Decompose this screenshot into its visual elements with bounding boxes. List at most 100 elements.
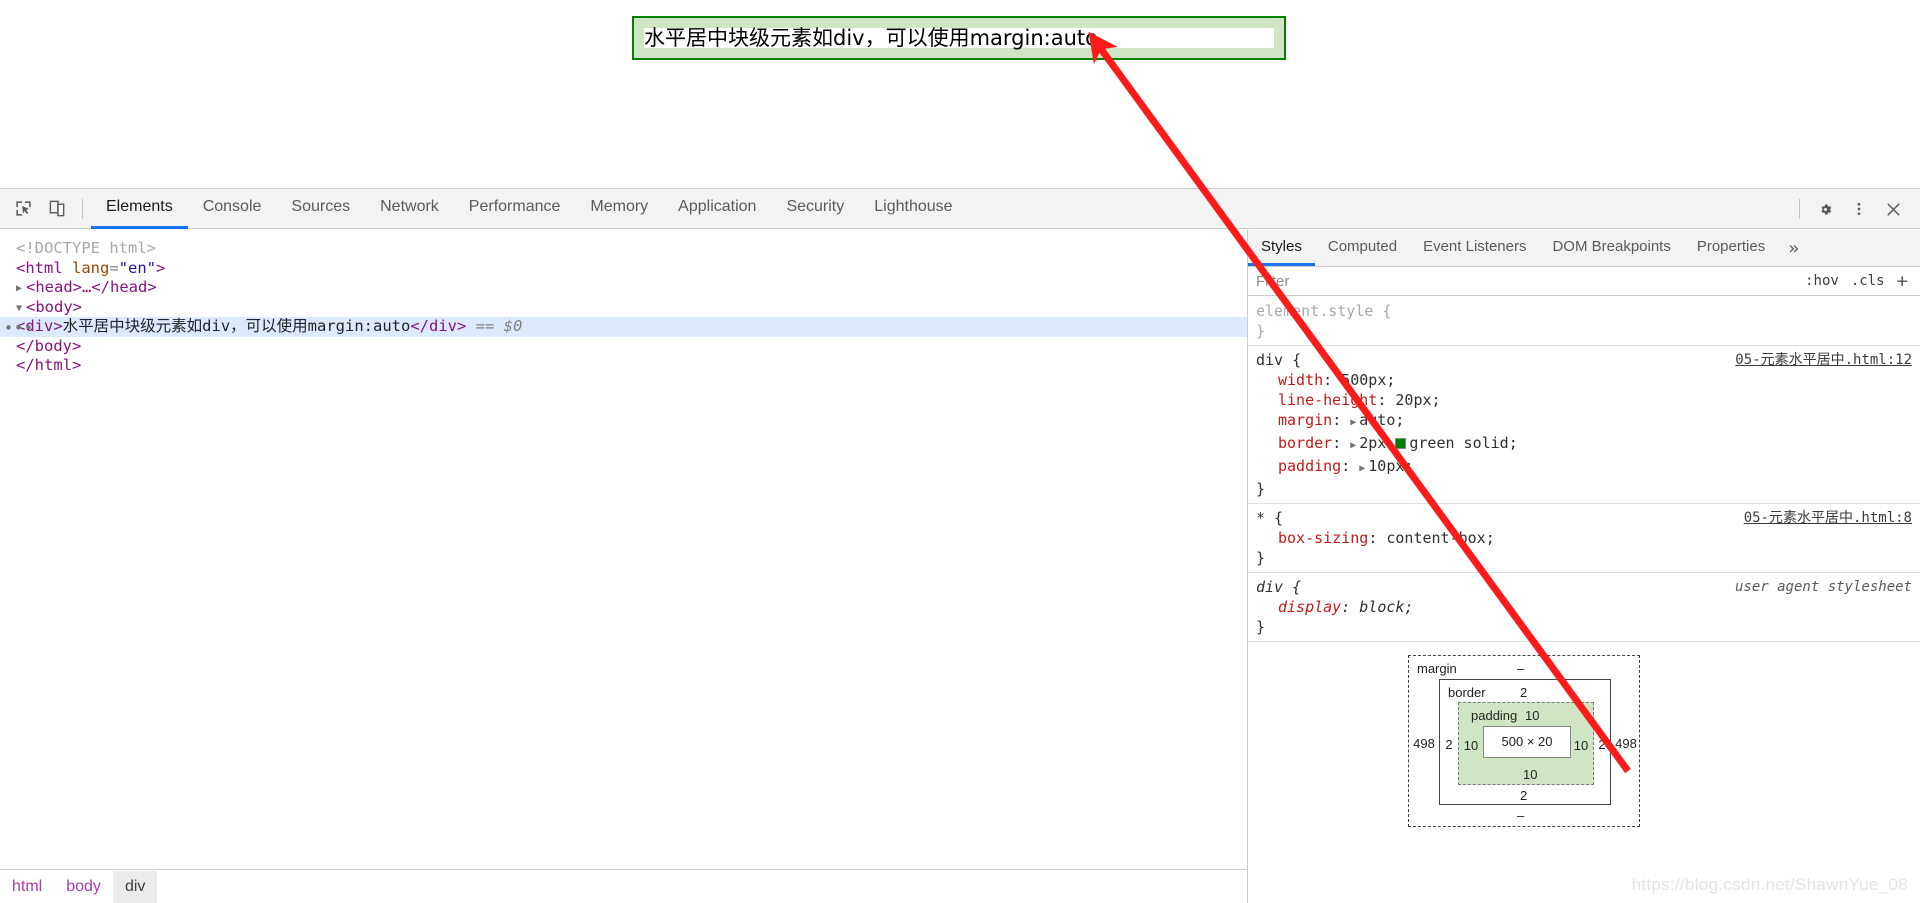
declaration-border-value2[interactable]: green solid;: [1409, 434, 1517, 452]
box-model-padding-top[interactable]: 10: [1525, 706, 1539, 726]
box-model-padding-layer[interactable]: padding 10 10 10 10 500 × 20: [1458, 702, 1594, 785]
declaration-line-height-value[interactable]: 20px;: [1395, 391, 1440, 409]
dom-line-div-selected[interactable]: ••• <div>水平居中块级元素如div，可以使用margin:auto</d…: [0, 317, 1247, 337]
declaration-width-value[interactable]: 500px;: [1341, 371, 1395, 389]
tab-elements[interactable]: Elements: [91, 189, 188, 229]
box-model-margin-top[interactable]: –: [1517, 659, 1524, 679]
rule-div[interactable]: 05-元素水平居中.html:12 div { width: 500px; li…: [1248, 346, 1920, 504]
head-tag-text: <head>…</head>: [26, 278, 157, 296]
close-icon[interactable]: [1876, 194, 1910, 224]
breadcrumb-item-div[interactable]: div: [112, 870, 158, 903]
declaration-border[interactable]: border: ▶ 2px green solid;: [1256, 433, 1914, 456]
dom-line-doctype[interactable]: <!DOCTYPE html>: [0, 239, 1247, 259]
tab-network-label: Network: [380, 198, 439, 215]
declaration-display[interactable]: display: block;: [1256, 597, 1914, 617]
new-style-rule-button[interactable]: +: [1897, 270, 1908, 292]
declaration-margin-value[interactable]: auto;: [1359, 411, 1404, 429]
toolbar-divider-right: [1799, 199, 1800, 219]
expand-triangle-head-icon[interactable]: ▶: [16, 279, 26, 299]
declaration-box-sizing[interactable]: box-sizing: content-box;: [1256, 528, 1914, 548]
device-toolbar-icon[interactable]: [40, 194, 74, 224]
dom-line-body-close[interactable]: </body>: [0, 337, 1247, 357]
declaration-margin[interactable]: margin: ▶ auto;: [1256, 410, 1914, 433]
rule-div-source-link[interactable]: 05-元素水平居中.html:12: [1735, 350, 1912, 370]
color-swatch-green-icon[interactable]: [1395, 438, 1407, 449]
hov-toggle-button[interactable]: :hov: [1805, 273, 1839, 289]
tab-styles[interactable]: Styles: [1248, 230, 1315, 266]
tab-performance-label: Performance: [468, 198, 561, 215]
box-model-border-bottom[interactable]: 2: [1520, 786, 1527, 806]
tab-sources[interactable]: Sources: [276, 189, 365, 229]
rule-universal-source-link[interactable]: 05-元素水平居中.html:8: [1744, 508, 1912, 528]
rule-user-agent-div[interactable]: user agent stylesheet div { display: blo…: [1248, 573, 1920, 642]
expand-border-icon[interactable]: ▶: [1350, 436, 1359, 456]
tab-performance[interactable]: Performance: [454, 189, 576, 229]
box-model-border-label: border: [1448, 685, 1486, 700]
box-model-border-right[interactable]: 2: [1595, 735, 1609, 755]
declaration-line-height[interactable]: line-height: 20px;: [1256, 390, 1914, 410]
expand-padding-icon[interactable]: ▶: [1359, 459, 1368, 479]
breadcrumb-item-html[interactable]: html: [0, 871, 54, 903]
dom-line-head[interactable]: ▶ <head>…</head>: [0, 278, 1247, 298]
collapse-triangle-body-icon[interactable]: ▼: [16, 299, 26, 319]
inspect-element-icon[interactable]: [6, 194, 40, 224]
declaration-padding[interactable]: padding: ▶ 10px;: [1256, 456, 1914, 479]
devtools-tab-bar: Elements Console Sources Network Perform…: [91, 189, 968, 229]
tab-console[interactable]: Console: [188, 189, 277, 229]
tab-security-label: Security: [786, 198, 845, 215]
declaration-margin-prop: margin: [1278, 411, 1333, 429]
declaration-width[interactable]: width: 500px;: [1256, 370, 1914, 390]
box-model-content-size: 500 × 20: [1501, 734, 1553, 749]
tab-security[interactable]: Security: [771, 189, 859, 229]
tab-properties[interactable]: Properties: [1684, 230, 1778, 266]
tab-memory[interactable]: Memory: [575, 189, 663, 229]
tab-application[interactable]: Application: [663, 189, 771, 229]
breadcrumb-item-body[interactable]: body: [54, 871, 113, 903]
kebab-menu-icon[interactable]: [1842, 194, 1876, 224]
tab-styles-label: Styles: [1261, 238, 1302, 255]
tab-computed-label: Computed: [1327, 238, 1398, 255]
expand-margin-icon[interactable]: ▶: [1350, 413, 1359, 433]
dom-line-body[interactable]: ▼ <body>: [0, 298, 1247, 318]
declaration-display-value[interactable]: block;: [1359, 598, 1413, 616]
more-tabs-icon[interactable]: »: [1778, 230, 1809, 266]
rule-element-style[interactable]: element.style { }: [1248, 297, 1920, 346]
box-model-padding-bottom[interactable]: 10: [1523, 765, 1537, 785]
box-model-margin-right[interactable]: 498: [1613, 734, 1639, 754]
declaration-width-prop: width: [1278, 371, 1324, 389]
tab-dom-breakpoints[interactable]: DOM Breakpoints: [1539, 230, 1683, 266]
box-model-padding-left[interactable]: 10: [1461, 736, 1481, 756]
tab-memory-label: Memory: [590, 198, 649, 215]
centered-div-text: 水平居中块级元素如div，可以使用margin:auto: [644, 28, 1274, 49]
tab-lighthouse[interactable]: Lighthouse: [859, 189, 967, 229]
dom-line-html-close[interactable]: </html>: [0, 356, 1247, 376]
box-model-margin-label: margin: [1417, 661, 1457, 676]
devtools-window: Elements Console Sources Network Perform…: [0, 188, 1920, 903]
styles-tab-bar: Styles Computed Event Listeners DOM Brea…: [1248, 230, 1920, 267]
declaration-line-height-prop: line-height: [1278, 391, 1378, 409]
dom-tree: <!DOCTYPE html> <html lang="en"> ▶ <head>…: [0, 230, 1247, 869]
box-model-content-box[interactable]: 500 × 20: [1483, 726, 1571, 758]
box-model-border-top[interactable]: 2: [1520, 683, 1527, 703]
box-model-margin-bottom[interactable]: –: [1517, 806, 1524, 826]
tab-computed[interactable]: Computed: [1315, 230, 1410, 266]
doctype-text: <!DOCTYPE html>: [16, 239, 156, 257]
gear-icon[interactable]: [1808, 194, 1842, 224]
declaration-border-value[interactable]: 2px: [1359, 434, 1386, 452]
styles-filter-input[interactable]: [1254, 271, 1806, 291]
box-model-margin-layer[interactable]: margin – – 498 498 border 2 2 2 2 paddin…: [1408, 655, 1640, 827]
dom-line-html[interactable]: <html lang="en">: [0, 259, 1247, 279]
declaration-box-sizing-value[interactable]: content-box;: [1386, 529, 1494, 547]
rule-user-agent-source: user agent stylesheet: [1734, 579, 1912, 595]
box-model-padding-right[interactable]: 10: [1571, 736, 1591, 756]
cls-toggle-button[interactable]: .cls: [1851, 273, 1885, 289]
tab-application-label: Application: [678, 198, 757, 215]
declaration-padding-value[interactable]: 10px;: [1368, 457, 1413, 475]
tab-event-listeners[interactable]: Event Listeners: [1410, 230, 1539, 266]
div-dollar-zero: $0: [503, 317, 523, 335]
box-model-margin-left[interactable]: 498: [1411, 734, 1437, 754]
rule-universal[interactable]: 05-元素水平居中.html:8 * { box-sizing: content…: [1248, 504, 1920, 573]
box-model-border-layer[interactable]: border 2 2 2 2 padding 10 10 10 10 500 ×…: [1439, 679, 1611, 805]
tab-network[interactable]: Network: [365, 189, 454, 229]
box-model-border-left[interactable]: 2: [1442, 735, 1456, 755]
